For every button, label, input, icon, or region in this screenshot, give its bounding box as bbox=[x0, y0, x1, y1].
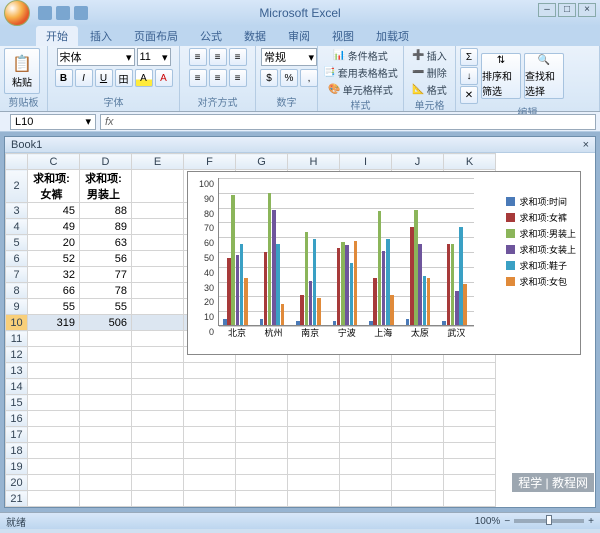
save-icon[interactable] bbox=[38, 6, 52, 20]
paste-button[interactable]: 📋粘贴 bbox=[4, 48, 40, 94]
align-top-button[interactable]: ≡ bbox=[189, 48, 207, 66]
chart-legend: 求和项:时间求和项:女裤求和项:男装上求和项:女装上求和项:鞋子求和项:女包 bbox=[506, 192, 576, 291]
group-editing: Σ↓✕ ⇅排序和筛选 🔍查找和选择 编辑 bbox=[456, 46, 600, 111]
align-bot-button[interactable]: ≡ bbox=[229, 48, 247, 66]
group-cells: ➕插入 ➖删除 📐格式 单元格 bbox=[404, 46, 456, 111]
status-bar: 就绪 100% − + bbox=[0, 512, 600, 529]
name-box[interactable]: L10▾ bbox=[10, 114, 96, 130]
bold-button[interactable]: B bbox=[55, 69, 73, 87]
group-label: 数字 bbox=[260, 94, 313, 109]
close-button[interactable]: × bbox=[578, 3, 596, 17]
group-alignment: ≡≡≡ ≡≡≡ 对齐方式 bbox=[180, 46, 256, 111]
percent-button[interactable]: % bbox=[280, 69, 298, 87]
ribbon-tabs: 开始 插入 页面布局 公式 数据 审阅 视图 加载项 bbox=[0, 26, 600, 46]
autosum-button[interactable]: Σ bbox=[460, 48, 478, 66]
group-styles: 📊条件格式 📑套用表格格式 🎨单元格样式 样式 bbox=[318, 46, 404, 111]
fx-icon: fx bbox=[105, 116, 114, 128]
tab-formulas[interactable]: 公式 bbox=[190, 26, 232, 46]
zoom-slider[interactable] bbox=[514, 519, 584, 523]
zoom-level[interactable]: 100% bbox=[475, 516, 501, 527]
cell-styles-button[interactable]: 🎨单元格样式 bbox=[328, 82, 392, 97]
tab-review[interactable]: 审阅 bbox=[278, 26, 320, 46]
comma-button[interactable]: , bbox=[300, 69, 318, 87]
font-color-button[interactable]: A bbox=[155, 69, 173, 87]
group-clipboard: 📋粘贴 剪贴板 bbox=[0, 46, 48, 111]
border-button[interactable]: 田 bbox=[115, 69, 133, 87]
find-select-button[interactable]: 🔍查找和选择 bbox=[524, 53, 564, 99]
formula-bar[interactable]: fx bbox=[100, 114, 596, 130]
number-format-combo[interactable]: 常规▾ bbox=[261, 48, 317, 66]
group-label: 剪贴板 bbox=[4, 94, 43, 109]
format-table-button[interactable]: 📑套用表格格式 bbox=[323, 65, 397, 80]
tab-insert[interactable]: 插入 bbox=[80, 26, 122, 46]
embedded-chart[interactable]: 0102030405060708090100北京杭州南京宁波上海太原武汉 求和项… bbox=[187, 171, 581, 355]
delete-cells-button[interactable]: ➖删除 bbox=[412, 65, 446, 80]
align-center-button[interactable]: ≡ bbox=[209, 69, 227, 87]
status-ready: 就绪 bbox=[6, 514, 26, 529]
group-label: 字体 bbox=[52, 94, 175, 109]
redo-icon[interactable] bbox=[74, 6, 88, 20]
minimize-button[interactable]: – bbox=[538, 3, 556, 17]
tab-layout[interactable]: 页面布局 bbox=[124, 26, 188, 46]
ribbon: 📋粘贴 剪贴板 宋体▾ 11▾ B I U 田 A A 字体 ≡≡≡ ≡≡≡ 对… bbox=[0, 46, 600, 112]
conditional-format-button[interactable]: 📊条件格式 bbox=[333, 48, 387, 63]
align-left-button[interactable]: ≡ bbox=[189, 69, 207, 87]
tab-addins[interactable]: 加载项 bbox=[366, 26, 419, 46]
font-size-combo[interactable]: 11▾ bbox=[137, 48, 171, 66]
window-controls: – □ × bbox=[538, 3, 596, 17]
title-bar: Microsoft Excel – □ × bbox=[0, 0, 600, 26]
undo-icon[interactable] bbox=[56, 6, 70, 20]
group-label: 样式 bbox=[322, 97, 399, 112]
fill-color-button[interactable]: A bbox=[135, 69, 153, 87]
tab-view[interactable]: 视图 bbox=[322, 26, 364, 46]
currency-button[interactable]: $ bbox=[260, 69, 278, 87]
quick-access-toolbar bbox=[38, 6, 88, 20]
insert-cells-button[interactable]: ➕插入 bbox=[412, 48, 446, 63]
maximize-button[interactable]: □ bbox=[558, 3, 576, 17]
tab-home[interactable]: 开始 bbox=[36, 26, 78, 46]
group-label: 单元格 bbox=[408, 97, 451, 112]
clear-button[interactable]: ✕ bbox=[460, 86, 478, 104]
group-number: 常规▾ $%, 数字 bbox=[256, 46, 318, 111]
italic-button[interactable]: I bbox=[75, 69, 93, 87]
spreadsheet-grid[interactable]: CDEFGHIJK2求和项:女裤求和项:男装上34588449895206365… bbox=[5, 153, 595, 507]
group-label: 对齐方式 bbox=[184, 94, 251, 109]
zoom-controls: 100% − + bbox=[475, 516, 594, 527]
underline-button[interactable]: U bbox=[95, 69, 113, 87]
fill-button[interactable]: ↓ bbox=[460, 67, 478, 85]
app-title: Microsoft Excel bbox=[0, 6, 600, 20]
tab-data[interactable]: 数据 bbox=[234, 26, 276, 46]
office-button[interactable] bbox=[4, 0, 30, 26]
zoom-out-button[interactable]: − bbox=[504, 516, 510, 527]
close-icon[interactable]: × bbox=[583, 139, 589, 151]
font-name-combo[interactable]: 宋体▾ bbox=[57, 48, 135, 66]
plot-area: 0102030405060708090100北京杭州南京宁波上海太原武汉 bbox=[218, 178, 474, 326]
watermark: 程学 | 教程网 bbox=[512, 473, 594, 492]
align-right-button[interactable]: ≡ bbox=[229, 69, 247, 87]
align-mid-button[interactable]: ≡ bbox=[209, 48, 227, 66]
workspace: Book1 × CDEFGHIJK2求和项:女裤求和项:男装上345884498… bbox=[0, 132, 600, 512]
sort-filter-button[interactable]: ⇅排序和筛选 bbox=[481, 53, 521, 99]
workbook-window: Book1 × CDEFGHIJK2求和项:女裤求和项:男装上345884498… bbox=[4, 136, 596, 508]
zoom-in-button[interactable]: + bbox=[588, 516, 594, 527]
formula-bar-row: L10▾ fx bbox=[0, 112, 600, 132]
format-cells-button[interactable]: 📐格式 bbox=[412, 82, 446, 97]
group-font: 宋体▾ 11▾ B I U 田 A A 字体 bbox=[48, 46, 180, 111]
workbook-title-bar[interactable]: Book1 × bbox=[5, 137, 595, 153]
